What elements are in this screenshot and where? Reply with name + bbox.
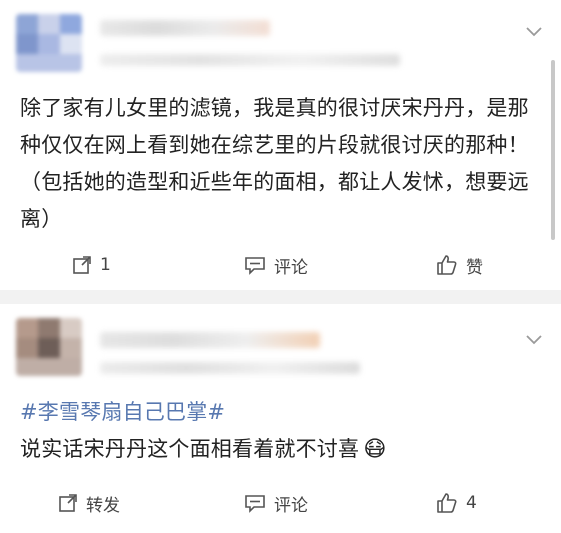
weibo-post-1: 除了家有儿女里的滤镜，我是真的很讨厌宋丹丹，是那种仅仅在网上看到她在综艺里的片段… <box>0 0 561 290</box>
repost-button[interactable]: 1 <box>72 243 111 287</box>
repost-count: 1 <box>100 255 111 275</box>
post-meta-blurred <box>100 362 360 374</box>
post-separator <box>0 290 561 304</box>
comment-icon <box>245 495 265 513</box>
comment-label: 评论 <box>274 495 308 516</box>
hashtag-link[interactable]: #李雪琴扇自己巴掌# <box>20 394 545 431</box>
comment-icon <box>245 257 265 275</box>
repost-icon <box>73 256 91 274</box>
post-text-block: #李雪琴扇自己巴掌# 说实话宋丹丹这个面相看着就不讨喜 😷 <box>20 394 545 468</box>
username-blurred <box>100 332 320 348</box>
post-text: 说实话宋丹丹这个面相看着就不讨喜 <box>20 437 360 461</box>
weibo-post-2: #李雪琴扇自己巴掌# 说实话宋丹丹这个面相看着就不讨喜 😷 转发 评论 4 <box>0 304 561 533</box>
like-button[interactable]: 4 <box>436 481 477 525</box>
post-meta-blurred <box>100 54 400 66</box>
post-header-blurred <box>16 6 556 76</box>
username-blurred <box>100 20 270 36</box>
comment-button[interactable]: 评论 <box>244 481 308 525</box>
thumbs-up-icon <box>437 493 457 513</box>
thumbs-up-icon <box>437 255 457 275</box>
post-header-blurred <box>16 310 556 380</box>
like-count: 4 <box>466 493 477 513</box>
comment-label: 评论 <box>274 257 308 278</box>
like-button[interactable]: 赞 <box>436 243 483 287</box>
comment-button[interactable]: 评论 <box>244 243 308 287</box>
chevron-down-icon[interactable] <box>525 26 543 38</box>
post-text-line: 说实话宋丹丹这个面相看着就不讨喜 😷 <box>20 431 545 468</box>
post-actions: 1 评论 赞 <box>0 243 561 287</box>
repost-label: 转发 <box>86 495 120 516</box>
post-text: 除了家有儿女里的滤镜，我是真的很讨厌宋丹丹，是那种仅仅在网上看到她在综艺里的片段… <box>20 96 529 231</box>
repost-button[interactable]: 转发 <box>58 481 120 525</box>
emoji-icon: 😷 <box>363 437 387 462</box>
scrollbar[interactable] <box>551 60 555 240</box>
repost-icon <box>59 494 77 512</box>
avatar[interactable] <box>16 14 82 72</box>
avatar[interactable] <box>16 318 82 376</box>
chevron-down-icon[interactable] <box>525 334 543 346</box>
post-actions: 转发 评论 4 <box>0 481 561 525</box>
like-label: 赞 <box>466 257 483 278</box>
